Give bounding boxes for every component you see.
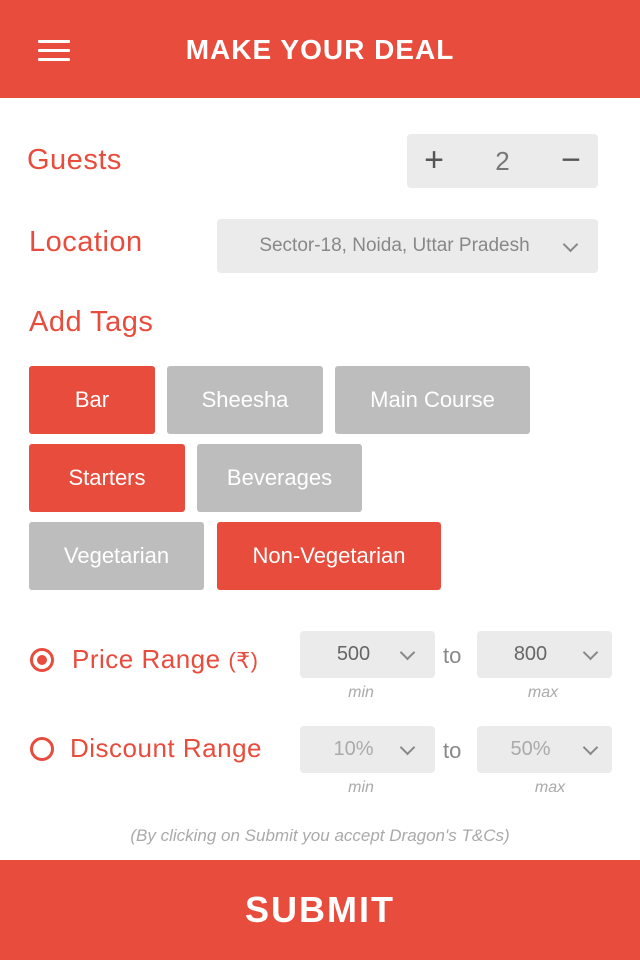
location-select[interactable]: Sector-18, Noida, Uttar Pradesh xyxy=(217,219,598,273)
price-range-text: Price Range xyxy=(72,644,221,674)
price-to-label: to xyxy=(443,643,462,668)
price-min-select[interactable]: 500 xyxy=(300,631,435,678)
tag-non-vegetarian[interactable]: Non-Vegetarian xyxy=(217,522,441,590)
submit-button[interactable]: SUBMIT xyxy=(0,860,640,960)
tag-sheesha[interactable]: Sheesha xyxy=(167,366,323,434)
terms-notice: (By clicking on Submit you accept Dragon… xyxy=(130,826,510,845)
app-header: MAKE YOUR DEAL xyxy=(0,0,640,98)
chevron-down-icon xyxy=(399,644,416,661)
currency-label: (₹) xyxy=(228,648,259,673)
tag-main-course[interactable]: Main Course xyxy=(335,366,530,434)
location-value: Sector-18, Noida, Uttar Pradesh xyxy=(259,235,530,256)
guests-label: Guests xyxy=(27,144,122,176)
tag-beverages[interactable]: Beverages xyxy=(197,444,362,512)
discount-max-select[interactable]: 50% xyxy=(477,726,612,773)
discount-min-hint: min xyxy=(348,779,374,796)
price-max-select[interactable]: 800 xyxy=(477,631,612,678)
chevron-down-icon xyxy=(562,236,579,253)
chevron-down-icon xyxy=(582,739,599,756)
tag-vegetarian[interactable]: Vegetarian xyxy=(29,522,204,590)
tag-bar[interactable]: Bar xyxy=(29,366,155,434)
guests-value: 2 xyxy=(495,146,510,176)
chevron-down-icon xyxy=(582,644,599,661)
price-max-value: 800 xyxy=(513,643,548,665)
chevron-down-icon xyxy=(399,739,416,756)
discount-min-value: 10% xyxy=(333,738,374,760)
discount-range-radio[interactable] xyxy=(30,737,54,761)
minus-icon[interactable]: − xyxy=(544,134,598,188)
price-min-hint: min xyxy=(348,684,374,701)
discount-to-label: to xyxy=(443,738,462,763)
price-min-value: 500 xyxy=(336,643,371,665)
add-tags-label: Add Tags xyxy=(29,306,154,338)
price-range-radio[interactable] xyxy=(30,648,54,672)
location-label: Location xyxy=(29,226,143,258)
guests-stepper: + 2 − xyxy=(407,134,598,188)
radio-selected-dot xyxy=(37,655,47,665)
page-title: MAKE YOUR DEAL xyxy=(185,34,455,65)
tag-starters[interactable]: Starters xyxy=(29,444,185,512)
discount-min-select[interactable]: 10% xyxy=(300,726,435,773)
discount-max-value: 50% xyxy=(510,738,551,760)
discount-max-hint: max xyxy=(534,779,566,796)
plus-icon[interactable]: + xyxy=(407,134,461,188)
price-range-label: Price Range (₹) xyxy=(72,644,258,675)
discount-range-label: Discount Range xyxy=(70,733,262,763)
price-max-hint: max xyxy=(527,684,559,701)
